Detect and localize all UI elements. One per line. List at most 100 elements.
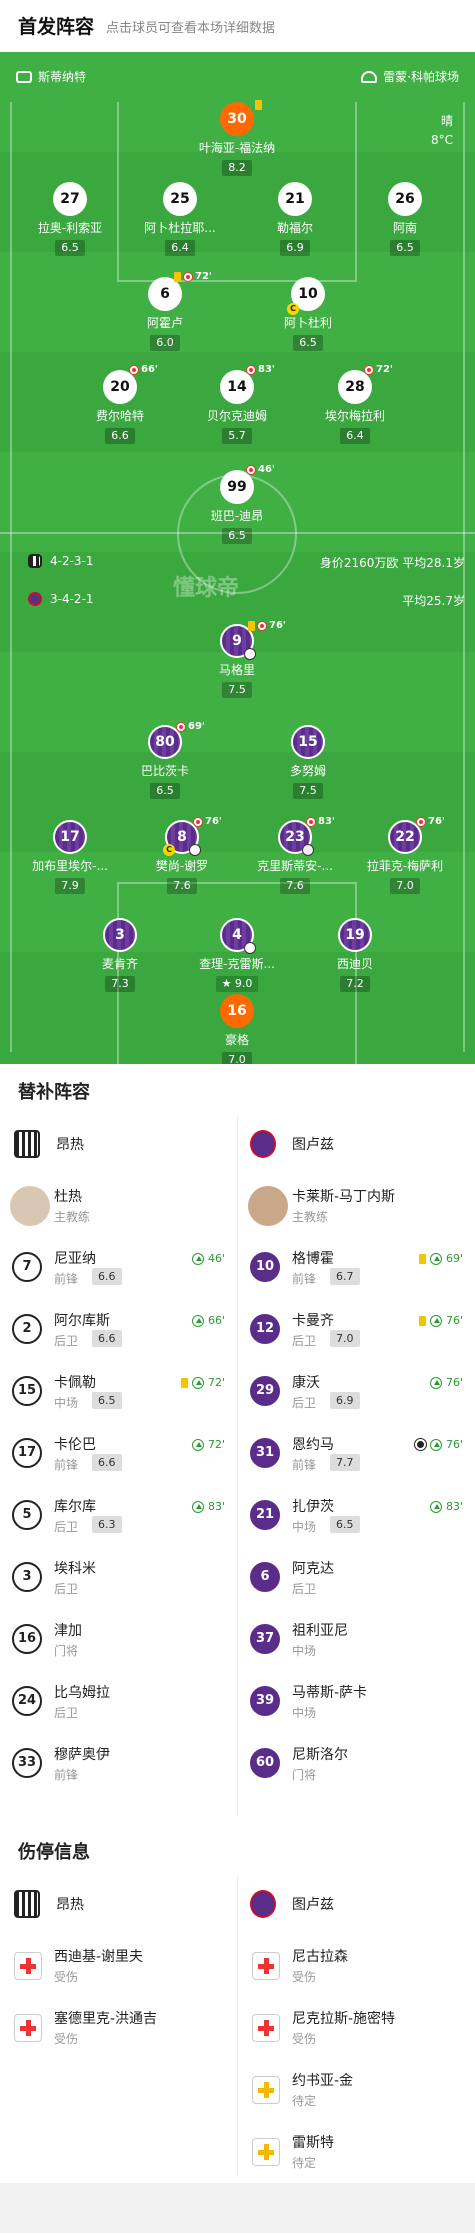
player-name: 马蒂斯-萨卡 [292, 1685, 368, 1701]
player-number: 17 [53, 820, 87, 854]
sub-player-row[interactable]: 60 尼斯洛尔 门将 [238, 1734, 475, 1796]
injury-row[interactable]: 约书亚-金 待定 [238, 2060, 475, 2122]
player-number: 39 [250, 1686, 280, 1716]
sub-player-row[interactable]: 5 库尔库 后卫 6.3 83' [0, 1486, 237, 1548]
player-name: 格博霍 [292, 1251, 334, 1267]
home-player[interactable]: 6 72' 阿霍卢 6.0 [110, 271, 220, 351]
player-rating: 7.7 [330, 1454, 360, 1471]
home-coach[interactable]: 杜热 主教练 [0, 1176, 237, 1238]
sub-player-row[interactable]: 29 康沃 后卫 6.9 76' [238, 1362, 475, 1424]
sub-minute: 83' [445, 1500, 463, 1513]
player-number: 23 83' [278, 816, 335, 856]
player-name: 卡曼齐 [292, 1313, 334, 1329]
injury-row[interactable]: 西迪基-谢里夫 受伤 [0, 1936, 237, 1998]
home-player[interactable]: 99 46' 班巴-迪昂 6.5 [182, 464, 292, 544]
away-player[interactable]: 9 76' 马格里 7.5 [182, 620, 292, 698]
sub-player-row[interactable]: 21 扎伊茨 中场 6.5 83' [238, 1486, 475, 1548]
player-rating: 6.0 [150, 335, 180, 351]
sub-event: 46' [191, 1252, 225, 1265]
sub-player-row[interactable]: 3 埃科米 后卫 [0, 1548, 237, 1610]
home-player[interactable]: 27 拉奥-利索亚 6.5 [15, 182, 125, 256]
player-name: 阿卜杜拉耶... [144, 221, 216, 235]
sub-player-row[interactable]: 7 尼亚纳 前锋 6.6 46' [0, 1238, 237, 1300]
home-team-row: 昂热 [14, 1130, 84, 1158]
sub-player-row[interactable]: 33 穆萨奥伊 前锋 [0, 1734, 237, 1796]
away-player[interactable]: 23 83' 克里斯蒂安-... 7.6 [240, 816, 350, 894]
away-player[interactable]: 22 76' 拉菲克-梅萨利 7.0 [350, 816, 460, 894]
sub-player-row[interactable]: 24 比乌姆拉 后卫 [0, 1672, 237, 1734]
player-number: 16 [220, 994, 254, 1028]
venue-name: 雷蒙·科帕球场 [383, 70, 459, 84]
lineup-title: 首发阵容 [18, 16, 95, 38]
coach-avatar [248, 1186, 288, 1226]
away-player[interactable]: 4 查理-克雷斯... ★ 9.0 [182, 918, 292, 992]
player-position: 前锋 [292, 1272, 317, 1286]
home-player[interactable]: 20 66' 费尔哈特 6.6 [65, 364, 175, 444]
player-rating: 6.5 [390, 240, 420, 256]
home-player[interactable]: 10 C 阿卜杜利 6.5 [253, 277, 363, 351]
player-number: 80 69' [148, 721, 205, 759]
injury-status: 受伤 [54, 1970, 79, 1984]
sub-player-row[interactable]: 15 卡佩勒 中场 6.5 72' [0, 1362, 237, 1424]
sub-marker: 46' [246, 464, 275, 475]
away-player[interactable]: 80 69' 巴比茨卡 6.5 [110, 721, 220, 799]
away-player[interactable]: 16 豪格 7.0 [182, 994, 292, 1064]
sub-event: 72' [180, 1376, 225, 1389]
player-number: 6 72' [148, 271, 212, 311]
player-number: 8 76' C [163, 816, 222, 856]
away-player[interactable]: 8 76' C 樊尚-谢罗 7.6 [127, 816, 237, 894]
player-rating: 6.4 [165, 240, 195, 256]
sub-marker: 69' [176, 721, 205, 732]
sub-event: 76' [414, 1438, 463, 1451]
home-player[interactable]: 14 83' 贝尔克迪姆 5.7 [182, 364, 292, 444]
player-name: 卡佩勒 [54, 1375, 96, 1391]
sub-player-row[interactable]: 12 卡曼齐 后卫 7.0 76' [238, 1300, 475, 1362]
sub-player-row[interactable]: 37 祖利亚尼 中场 [238, 1610, 475, 1672]
injury-row[interactable]: 尼古拉森 受伤 [238, 1936, 475, 1998]
player-number: 22 76' [388, 816, 445, 854]
player-name: 阿卜杜利 [283, 316, 332, 330]
player-rating: 6.5 [330, 1516, 360, 1533]
home-player[interactable]: 25 阿卜杜拉耶... 6.4 [125, 182, 235, 256]
home-player[interactable]: 28 72' 埃尔梅拉利 6.4 [300, 364, 410, 444]
player-number: 5 [12, 1500, 42, 1530]
sub-player-row[interactable]: 31 恩约马 前锋 7.7 76' [238, 1424, 475, 1486]
away-player[interactable]: 19 西迪贝 7.2 [300, 918, 410, 992]
sub-player-row[interactable]: 2 阿尔库斯 后卫 6.6 66' [0, 1300, 237, 1362]
player-number: 37 [250, 1624, 280, 1654]
home-team-name: 斯蒂纳特 [38, 70, 87, 84]
player-rating: 7.0 [330, 1330, 360, 1347]
player-name: 西迪贝 [336, 957, 373, 971]
sub-player-row[interactable]: 39 马蒂斯-萨卡 中场 [238, 1672, 475, 1734]
injury-row[interactable]: 雷斯特 待定 [238, 2122, 475, 2184]
player-name: 克里斯蒂安-... [257, 859, 333, 873]
away-player[interactable]: 15 多努姆 7.5 [253, 725, 363, 799]
sub-minute: 66' [207, 1314, 225, 1327]
injury-row[interactable]: 塞德里克-洪通吉 受伤 [0, 1998, 237, 2060]
sub-player-row[interactable]: 17 卡伦巴 前锋 6.6 72' [0, 1424, 237, 1486]
player-name: 扎伊茨 [292, 1499, 334, 1515]
sub-off-icon [129, 364, 139, 375]
player-name: 康沃 [292, 1375, 320, 1391]
sub-player-row[interactable]: 6 阿克达 后卫 [238, 1548, 475, 1610]
venue-tag: 雷蒙·科帕球场 [361, 68, 459, 85]
away-player[interactable]: 3 麦肯齐 7.3 [65, 918, 175, 992]
sub-player-row[interactable]: 10 格博霍 前锋 6.7 69' [238, 1238, 475, 1300]
away-coach[interactable]: 卡莱斯-马丁内斯 主教练 [238, 1176, 475, 1238]
goal-ball-icon [244, 942, 256, 954]
sub-event: 83' [191, 1500, 225, 1513]
sub-player-row[interactable]: 16 津加 门将 [0, 1610, 237, 1672]
sub-event: 76' [429, 1376, 463, 1389]
away-player[interactable]: 17 加布里埃尔-... 7.9 [15, 820, 125, 894]
injury-row[interactable]: 尼克拉斯-施密特 受伤 [238, 1998, 475, 2060]
player-name: 多努姆 [289, 764, 326, 778]
injury-cross-icon [252, 2014, 280, 2042]
angers-crest-icon [14, 1890, 40, 1918]
away-formation: 3-4-2-1 [28, 592, 94, 606]
home-formation-text: 4-2-3-1 [50, 554, 94, 568]
home-player[interactable]: 30 叶海亚-福法纳 8.2 [182, 100, 292, 176]
home-player[interactable]: 21 勒福尔 6.9 [240, 182, 350, 256]
yellow-card-icon [248, 620, 255, 631]
home-player[interactable]: 26 阿南 6.5 [350, 182, 460, 256]
doubtful-icon [252, 2138, 280, 2166]
